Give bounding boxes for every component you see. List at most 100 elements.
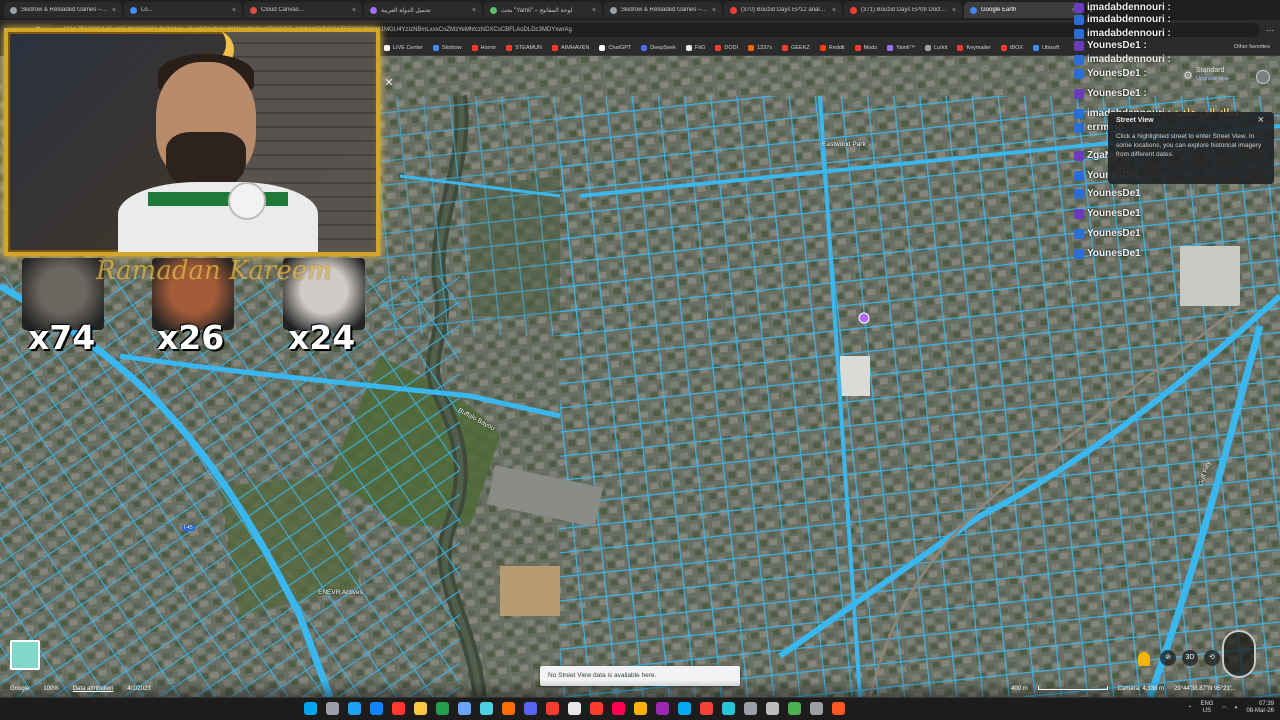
chat-username: imadabdennouri : xyxy=(1087,28,1171,39)
bookmark-item[interactable]: Keymailer xyxy=(957,44,991,51)
tab-close-icon[interactable]: × xyxy=(952,7,956,14)
taskbar-app-icon[interactable] xyxy=(612,702,625,715)
scale-label: 400 m xyxy=(1011,685,1028,692)
wifi-icon[interactable]: ◠ xyxy=(1221,705,1226,712)
taskbar-app-icon[interactable] xyxy=(810,702,823,715)
bookmark-label: LIVE Center xyxy=(393,44,423,51)
taskbar-app-icon[interactable] xyxy=(590,702,603,715)
chat-username: YounesDe1 xyxy=(1087,248,1141,259)
taskbar-app-icon[interactable] xyxy=(326,702,339,715)
browser-tab[interactable]: (370) Bouzid Days EP12 analyses × xyxy=(724,2,842,18)
browser-tab[interactable]: تحميل الدولة العربية × xyxy=(364,2,482,18)
bookmark-item[interactable]: IBOX xyxy=(1000,44,1023,51)
data-attribution-link[interactable]: Data attribution xyxy=(73,686,114,692)
chevron-up-icon[interactable]: ⌃ xyxy=(1187,705,1192,712)
measure-icon[interactable]: ✕ xyxy=(382,76,396,90)
map-label-eastwood-park[interactable]: Eastwood Park xyxy=(822,141,866,148)
taskbar-app-icon[interactable] xyxy=(392,702,405,715)
taskbar-app-icon[interactable] xyxy=(480,702,493,715)
chat-badge-icon xyxy=(1074,108,1084,119)
bookmark-item[interactable]: Lurkit xyxy=(924,44,948,51)
taskbar-app-icon[interactable] xyxy=(700,702,713,715)
browser-tab[interactable]: Lo... × xyxy=(124,2,242,18)
settings-gear-icon[interactable]: ⚙ xyxy=(1182,70,1194,82)
chat-username: YounesDe1 xyxy=(1087,208,1141,219)
upgrade-link[interactable]: Upgrade now xyxy=(1196,75,1229,84)
taskbar-app-icon[interactable] xyxy=(656,702,669,715)
tab-close-icon[interactable]: × xyxy=(592,7,596,14)
tab-close-icon[interactable]: × xyxy=(112,7,116,14)
google-brand: Google xyxy=(10,685,30,692)
taskbar-app-icon[interactable] xyxy=(634,702,647,715)
bookmark-label: Lurkit xyxy=(933,44,948,51)
taskbar-app-icon[interactable] xyxy=(436,702,449,715)
chat-message: YounesDe1 xyxy=(1074,188,1144,199)
language-code: ENG xyxy=(1200,701,1214,707)
clock[interactable]: 07:39 08-Mar-26 xyxy=(1246,701,1274,715)
taskbar-app-icon[interactable] xyxy=(458,702,471,715)
bookmark-item[interactable]: Mods xyxy=(854,44,877,51)
chat-message: YounesDe1 xyxy=(1074,228,1144,239)
browser-tab[interactable]: Skidrow & Reloaded Games – Do... × xyxy=(4,2,122,18)
taskbar-app-icon[interactable] xyxy=(524,702,537,715)
bookmark-item[interactable]: FitG xyxy=(685,44,705,51)
taskbar-app-icon[interactable] xyxy=(568,702,581,715)
taskbar-app-icon[interactable] xyxy=(744,702,757,715)
volume-icon[interactable]: 🔈︎ xyxy=(1235,705,1239,712)
taskbar-app-icon[interactable] xyxy=(348,702,361,715)
bookmark-item[interactable]: Reddit xyxy=(819,44,845,51)
pegman-icon[interactable] xyxy=(1138,652,1150,666)
tab-label: تحميل الدولة العربية xyxy=(381,7,431,14)
map-label-poi[interactable]: ENEVR Actives xyxy=(318,589,363,596)
tab-close-icon[interactable]: × xyxy=(352,7,356,14)
taskbar-app-icon[interactable] xyxy=(304,702,317,715)
taskbar-app-icon[interactable] xyxy=(502,702,515,715)
taskbar-app-icon[interactable] xyxy=(678,702,691,715)
browser-tab[interactable]: Cloud Canvas... × xyxy=(244,2,362,18)
bookmark-item[interactable]: Horror xyxy=(471,44,496,51)
taskbar-app-icon[interactable] xyxy=(766,702,779,715)
bookmark-item[interactable]: DODI xyxy=(715,44,738,51)
tab-close-icon[interactable]: × xyxy=(712,7,716,14)
tab-close-icon[interactable]: × xyxy=(472,7,476,14)
browser-tab[interactable]: بحث "Yamli" – لوحة المفاتيح × xyxy=(484,2,602,18)
bookmark-item[interactable]: LIVE Center xyxy=(384,44,423,51)
bookmark-item[interactable]: 1337x xyxy=(748,44,772,51)
map-label-i45[interactable]: I-45 xyxy=(182,525,195,531)
close-icon[interactable]: × xyxy=(1258,114,1264,126)
avatar[interactable] xyxy=(1256,70,1270,84)
browser-tab[interactable]: Skidrow & Reloaded Games – Do... × xyxy=(604,2,722,18)
rotate-icon[interactable]: ⟲ xyxy=(1204,650,1220,666)
account-plan[interactable]: Standard Upgrade now xyxy=(1196,66,1229,84)
visibility-icon[interactable]: ⊘ xyxy=(1160,650,1176,666)
taskbar-app-icon[interactable] xyxy=(370,702,383,715)
chat-message: imadabdennouri : xyxy=(1074,2,1174,13)
bookmark-item[interactable]: Yamli™ xyxy=(887,44,915,51)
toggle-3d-button[interactable]: 3D xyxy=(1182,650,1198,666)
taskbar-app-icon[interactable] xyxy=(788,702,801,715)
tab-close-icon[interactable]: × xyxy=(232,7,236,14)
bookmark-item[interactable]: Ubisoft xyxy=(1033,44,1059,51)
taskbar-app-icon[interactable] xyxy=(722,702,735,715)
chat-badge-icon xyxy=(1074,68,1084,79)
bookmark-item[interactable]: DeepSeek xyxy=(641,44,676,51)
map-style-thumbnail[interactable] xyxy=(10,640,40,670)
bookmark-item[interactable]: ChatGPT xyxy=(599,44,632,51)
bookmark-item[interactable]: STEAMUN xyxy=(506,44,543,51)
taskbar-app-icon[interactable] xyxy=(832,702,845,715)
taskbar-app-icon[interactable] xyxy=(546,702,559,715)
bookmark-label: ChatGPT xyxy=(608,44,632,51)
tab-label: (371) Bouzid Days EP09 Docteur p... xyxy=(861,7,948,13)
bookmark-item[interactable]: GEEKZ xyxy=(782,44,810,51)
chat-username: YounesDe1 xyxy=(1087,188,1141,199)
bookmark-label: STEAMUN xyxy=(515,44,543,51)
imagery-date: 4/1/2023 xyxy=(127,685,151,692)
compass-zoom-control[interactable] xyxy=(1222,630,1256,678)
browser-tab[interactable]: (371) Bouzid Days EP09 Docteur p... × xyxy=(844,2,962,18)
bookmark-item[interactable]: Skidrow xyxy=(432,44,462,51)
browser-tab[interactable]: Google Earth× xyxy=(964,2,1082,18)
tab-close-icon[interactable]: × xyxy=(832,7,836,14)
language-indicator[interactable]: ENG US xyxy=(1200,701,1213,715)
bookmark-item[interactable]: AIMHAVEN xyxy=(552,44,589,51)
taskbar-app-icon[interactable] xyxy=(414,702,427,715)
